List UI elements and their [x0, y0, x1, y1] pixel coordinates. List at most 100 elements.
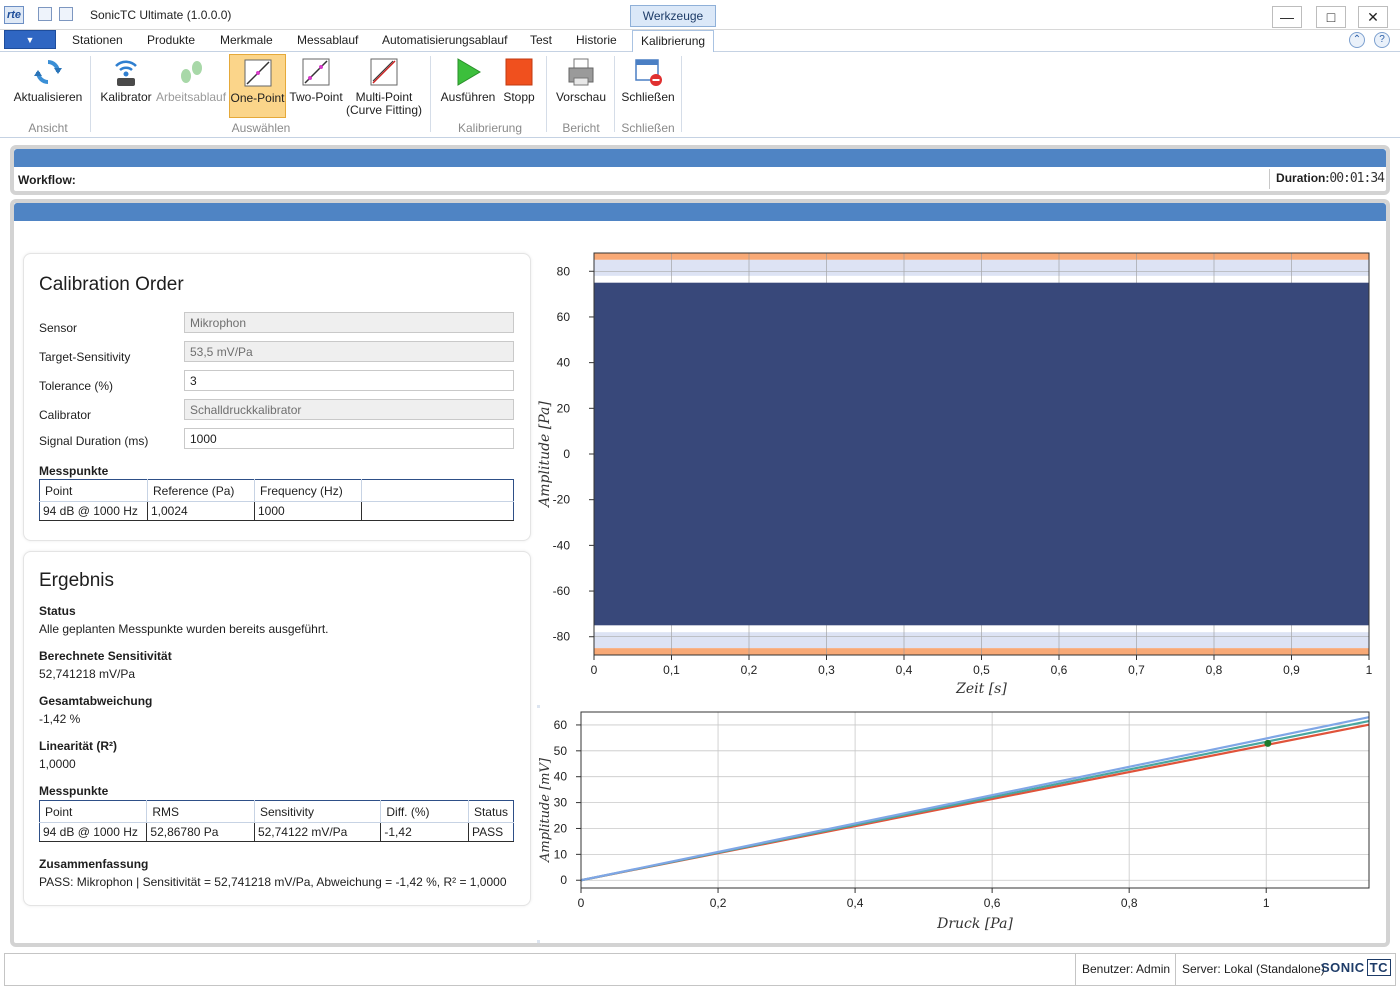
y-tick-label: -60: [553, 584, 571, 598]
cell-reference[interactable]: 1,0024: [147, 501, 255, 521]
run-label: Ausführen: [440, 90, 496, 104]
help-icon[interactable]: ?: [1374, 32, 1390, 48]
refresh-button[interactable]: Aktualisieren: [12, 54, 84, 118]
group-label-select: Auswählen: [231, 121, 291, 135]
y-tick-label: 0: [563, 447, 570, 461]
column-header-empty: [361, 479, 514, 502]
sensitivity-heading: Berechnete Sensitivität: [39, 649, 172, 663]
multi-point-button[interactable]: Multi-Point (Curve Fitting): [346, 54, 422, 118]
cell-diff[interactable]: -1,42: [380, 822, 469, 842]
tab-kalibrierung[interactable]: Kalibrierung: [632, 30, 715, 52]
y-tick-label: 60: [557, 310, 571, 324]
collapse-ribbon-icon[interactable]: ⌃: [1349, 32, 1365, 48]
tab-test[interactable]: Test: [530, 30, 552, 52]
group-separator: [90, 56, 91, 132]
calibrator-label: Calibrator: [39, 408, 92, 422]
y-tick-label: 30: [554, 796, 568, 810]
y-tick-label: -20: [553, 493, 571, 507]
workflow-button[interactable]: Arbeitsablauf: [156, 54, 226, 118]
column-header-sensitivity[interactable]: Sensitivity: [254, 800, 382, 823]
y-tick-label: 40: [557, 356, 571, 370]
calibration-curve-chart: 0 0,2 0,4 0,6 0,8 1 60 50 40 30 20 10 0 Druck [Pa] Amp…: [537, 708, 1382, 940]
column-header-point[interactable]: Point: [39, 800, 148, 823]
cell-point[interactable]: 94 dB @ 1000 Hz: [39, 822, 148, 842]
tab-historie[interactable]: Historie: [576, 30, 617, 52]
x-tick-label: 0,6: [984, 896, 1001, 910]
stop-button[interactable]: Stopp: [498, 54, 540, 118]
calibration-order-card: Calibration Order Sensor Mikrophon Targe…: [23, 253, 531, 541]
window-title: SonicTC Ultimate (1.0.0.0): [90, 8, 232, 22]
sensitivity-value: 52,741218 mV/Pa: [39, 667, 136, 681]
cell-frequency[interactable]: 1000: [254, 501, 362, 521]
x-tick-label: 0,3: [818, 663, 835, 677]
duration-value: 00:01:34: [1329, 171, 1385, 186]
ribbon-tab-row: ▼ Stationen Produkte Merkmale Messablauf…: [0, 30, 1400, 52]
column-header-reference[interactable]: Reference (Pa): [147, 479, 255, 502]
y-tick-label: 40: [554, 770, 568, 784]
x-tick-label: 0,2: [710, 896, 727, 910]
group-separator: [546, 56, 547, 132]
result-points-table: Point RMS Sensitivity Diff. (%) Status 9…: [39, 800, 514, 842]
signal-envelope: [594, 282, 1369, 626]
tab-produkte[interactable]: Produkte: [147, 30, 195, 52]
table-row[interactable]: 94 dB @ 1000 Hz 52,86780 Pa 52,74122 mV/…: [39, 822, 514, 842]
workflow-label: Workflow:: [18, 173, 76, 187]
two-point-label: Two-Point: [289, 90, 343, 104]
two-point-button[interactable]: Two-Point: [288, 54, 344, 118]
close-window-button[interactable]: ✕: [1358, 6, 1388, 28]
one-point-button[interactable]: One-Point: [229, 54, 286, 118]
x-tick-label: 1: [1263, 896, 1270, 910]
y-tick-label: 60: [554, 718, 568, 732]
calibration-points-table: Point Reference (Pa) Frequency (Hz) 94 d…: [39, 479, 514, 521]
status-server: Server: Lokal (Standalone): [1175, 954, 1325, 985]
result-card: Ergebnis Status Alle geplanten Messpunkt…: [23, 551, 531, 906]
run-button[interactable]: Ausführen: [440, 54, 496, 118]
calibration-order-title: Calibration Order: [39, 274, 184, 295]
tab-stationen[interactable]: Stationen: [72, 30, 123, 52]
y-axis-label: Amplitude [mV]: [538, 757, 553, 863]
x-tick-label: 0,6: [1051, 663, 1068, 677]
maximize-button[interactable]: □: [1316, 6, 1346, 28]
one-point-chart-icon: [244, 59, 271, 87]
preview-button[interactable]: Vorschau: [554, 54, 608, 118]
y-tick-label: 80: [557, 264, 571, 278]
sensor-label: Sensor: [39, 321, 78, 335]
cell-point[interactable]: 94 dB @ 1000 Hz: [39, 501, 148, 521]
calibrator-button[interactable]: Kalibrator: [98, 54, 154, 118]
wireless-device-icon: [115, 60, 137, 86]
cell-sensitivity[interactable]: 52,74122 mV/Pa: [254, 822, 382, 842]
column-header-diff[interactable]: Diff. (%): [380, 800, 469, 823]
cell-rms[interactable]: 52,86780 Pa: [146, 822, 255, 842]
workflow-panel: Workflow: Duration:00:01:34: [10, 145, 1390, 195]
tolerance-input[interactable]: 3: [184, 370, 514, 391]
column-header-rms[interactable]: RMS: [146, 800, 255, 823]
column-header-status[interactable]: Status: [468, 800, 514, 823]
tab-merkmale[interactable]: Merkmale: [220, 30, 273, 52]
application-menu-button[interactable]: ▼: [4, 30, 56, 49]
multi-point-label-2: (Curve Fitting): [346, 103, 423, 117]
app-logo-icon[interactable]: rte: [4, 6, 24, 24]
quick-access-layout-icon[interactable]: [38, 7, 52, 21]
linearity-heading: Linearität (R²): [39, 739, 117, 753]
refresh-icon: [34, 60, 62, 84]
cell-empty[interactable]: [361, 501, 514, 521]
y-tick-label: 0: [560, 873, 567, 887]
minimize-button[interactable]: —: [1272, 6, 1302, 28]
table-row[interactable]: 94 dB @ 1000 Hz 1,0024 1000: [39, 501, 514, 521]
signal-duration-input[interactable]: 1000: [184, 428, 514, 449]
summary-heading: Zusammenfassung: [39, 857, 149, 871]
x-tick-label: 0,2: [741, 663, 758, 677]
one-point-label: One-Point: [230, 91, 285, 105]
tab-automatisierungsablauf[interactable]: Automatisierungsablauf: [382, 30, 507, 52]
target-sensitivity-label: Target-Sensitivity: [39, 350, 131, 364]
column-header-frequency[interactable]: Frequency (Hz): [254, 479, 362, 502]
summary-value: PASS: Mikrophon | Sensitivität = 52,7412…: [39, 875, 507, 889]
cell-status[interactable]: PASS: [468, 822, 514, 842]
column-header-point[interactable]: Point: [39, 479, 148, 502]
tab-messablauf[interactable]: Messablauf: [297, 30, 358, 52]
status-heading: Status: [39, 604, 76, 618]
quick-access-save-icon[interactable]: [59, 7, 73, 21]
x-tick-label: 0,8: [1121, 896, 1138, 910]
close-view-button[interactable]: Schließen: [620, 54, 676, 118]
time-signal-chart: 0 0,1 0,2 0,3 0,4 0,5 0,6 0,7 0,8 0,9 1 80 60 40 20 0 -2…: [537, 250, 1382, 705]
